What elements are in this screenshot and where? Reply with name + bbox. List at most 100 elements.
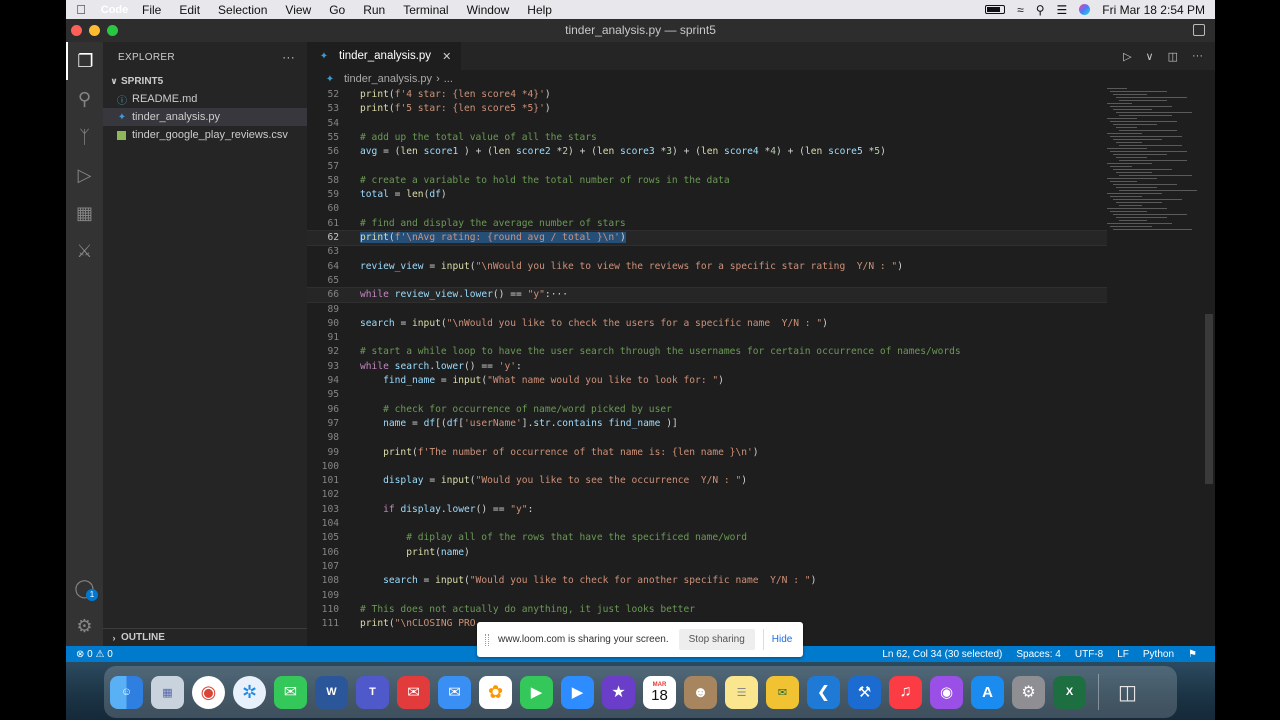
code-line[interactable]: 66 while review_view.lower() == "y":··· bbox=[307, 287, 1107, 304]
spreadsheet-icon[interactable]: ✉ bbox=[766, 675, 799, 709]
code-line[interactable]: 55 # add up the total value of all the st… bbox=[307, 131, 1107, 145]
finder-icon[interactable]: ☺ bbox=[110, 675, 143, 709]
menu-run[interactable]: Run bbox=[354, 3, 394, 17]
system-preferences-icon[interactable]: ⚙ bbox=[1012, 675, 1045, 709]
drag-handle[interactable] bbox=[485, 633, 489, 646]
launchpad-icon[interactable]: ▦ bbox=[151, 675, 184, 709]
more-actions-icon[interactable]: ··· bbox=[282, 50, 295, 64]
spotlight-search-icon[interactable]: ⚲ bbox=[1036, 3, 1045, 17]
close-window-button[interactable] bbox=[71, 25, 82, 36]
code-line[interactable]: 92 # start a while loop to have the user … bbox=[307, 345, 1107, 359]
zoom-icon[interactable]: ▶ bbox=[561, 675, 594, 709]
code-line[interactable]: 52 print(f'4 star: {len score4 *4}') bbox=[307, 88, 1107, 102]
end-of-line[interactable]: LF bbox=[1117, 649, 1129, 660]
run-file-icon[interactable]: ▷ bbox=[1123, 50, 1131, 63]
close-tab-icon[interactable]: ✕ bbox=[442, 50, 451, 63]
menu-selection[interactable]: Selection bbox=[209, 3, 276, 17]
hide-banner-button[interactable]: Hide bbox=[762, 629, 801, 650]
split-editor-icon[interactable]: ◫ bbox=[1168, 50, 1178, 63]
airmail-icon[interactable]: ✉ bbox=[397, 675, 430, 709]
menu-clock[interactable]: Fri Mar 18 2:54 PM bbox=[1102, 3, 1205, 17]
facetime-icon[interactable]: ▶ bbox=[520, 675, 553, 709]
code-line[interactable]: 90 search = input("\nWould you like to ch… bbox=[307, 317, 1107, 331]
code-line[interactable]: 104 bbox=[307, 517, 1107, 531]
code-line[interactable]: 102 bbox=[307, 488, 1107, 502]
settings-gear-icon[interactable]: ⚙ bbox=[66, 607, 103, 645]
vscode-icon[interactable]: ❮ bbox=[807, 675, 840, 709]
contacts-icon[interactable]: ☻ bbox=[684, 675, 717, 709]
xcode-icon[interactable]: ⚒ bbox=[848, 675, 881, 709]
code-line[interactable]: 95 bbox=[307, 388, 1107, 402]
run-debug-icon[interactable]: ▷ bbox=[66, 156, 103, 194]
music-icon[interactable]: ♫ bbox=[889, 675, 922, 709]
excel-icon[interactable]: X bbox=[1053, 675, 1086, 709]
menu-view[interactable]: View bbox=[276, 3, 320, 17]
source-control-icon[interactable]: ᛉ bbox=[66, 118, 103, 156]
code-line[interactable]: 106 print(name) bbox=[307, 546, 1107, 560]
code-line[interactable]: 98 bbox=[307, 431, 1107, 445]
menu-go[interactable]: Go bbox=[320, 3, 354, 17]
file-item-readme[interactable]: ⓘ README.md bbox=[103, 90, 307, 108]
code-line[interactable]: 109 bbox=[307, 589, 1107, 603]
minimap[interactable] bbox=[1107, 88, 1207, 288]
code-line[interactable]: 97 name = df[(df['userName'].str.contain… bbox=[307, 417, 1107, 431]
extensions-icon[interactable]: ▦ bbox=[66, 194, 103, 232]
encoding[interactable]: UTF-8 bbox=[1075, 649, 1103, 660]
file-item-tinder-analysis[interactable]: ✦ tinder_analysis.py bbox=[103, 108, 307, 126]
minimize-window-button[interactable] bbox=[89, 25, 100, 36]
testing-icon[interactable]: ⚔ bbox=[66, 232, 103, 270]
chrome-icon[interactable]: ◉ bbox=[192, 675, 225, 709]
code-line[interactable]: 61 # find and display the average number … bbox=[307, 217, 1107, 231]
breadcrumb-file[interactable]: tinder_analysis.py bbox=[344, 73, 432, 85]
code-line[interactable]: 100 bbox=[307, 460, 1107, 474]
indentation[interactable]: Spaces: 4 bbox=[1016, 649, 1060, 660]
problems-indicator[interactable]: ⊗ 0 ⚠ 0 bbox=[76, 649, 113, 660]
photos-icon[interactable]: ✿ bbox=[479, 675, 512, 709]
code-line[interactable]: 96 # check for occurrence of name/word p… bbox=[307, 403, 1107, 417]
code-line[interactable]: 59 total = len(df) bbox=[307, 188, 1107, 202]
code-line[interactable]: 107 bbox=[307, 560, 1107, 574]
code-line[interactable]: 62 print(f'\nAvg rating: {round avg / tot… bbox=[307, 230, 1107, 246]
code-line[interactable]: 57 bbox=[307, 160, 1107, 174]
calendar-icon[interactable]: MAR 18 bbox=[643, 675, 676, 709]
code-line[interactable]: 103 if display.lower() == "y": bbox=[307, 503, 1107, 517]
code-line[interactable]: 89 bbox=[307, 303, 1107, 317]
code-line[interactable]: 63 bbox=[307, 245, 1107, 259]
menu-help[interactable]: Help bbox=[518, 3, 561, 17]
code-line[interactable]: 64 review_view = input("\nWould you like … bbox=[307, 260, 1107, 274]
code-line[interactable]: 101 display = input("Would you like to s… bbox=[307, 474, 1107, 488]
code-line[interactable]: 56 avg = (len score1 ) + (len score2 *2) … bbox=[307, 145, 1107, 159]
control-center-icon[interactable]: ☰ bbox=[1057, 3, 1068, 17]
messages-icon[interactable]: ✉ bbox=[274, 675, 307, 709]
code-line[interactable]: 110 # This does not actually do anything,… bbox=[307, 603, 1107, 617]
app-store-icon[interactable]: A bbox=[971, 675, 1004, 709]
stop-sharing-button[interactable]: Stop sharing bbox=[678, 629, 755, 650]
more-actions-icon[interactable]: ··· bbox=[1192, 50, 1203, 62]
apple-icon[interactable]:  bbox=[66, 2, 96, 17]
code-line[interactable]: 54 bbox=[307, 117, 1107, 131]
cursor-position[interactable]: Ln 62, Col 34 (30 selected) bbox=[882, 649, 1002, 660]
chevron-down-icon[interactable]: ∨ bbox=[1146, 50, 1154, 63]
folder-section[interactable]: ∨ SPRINT5 bbox=[103, 72, 307, 90]
language-mode[interactable]: Python bbox=[1143, 649, 1174, 660]
code-line[interactable]: 91 bbox=[307, 331, 1107, 345]
teams-icon[interactable]: T bbox=[356, 675, 389, 709]
breadcrumb-rest[interactable]: ... bbox=[444, 73, 453, 85]
notes-icon[interactable]: ☰ bbox=[725, 675, 758, 709]
imovie-icon[interactable]: ★ bbox=[602, 675, 635, 709]
menu-file[interactable]: File bbox=[133, 3, 170, 17]
menu-window[interactable]: Window bbox=[458, 3, 519, 17]
code-line[interactable]: 58 # create a variable to hold the total … bbox=[307, 174, 1107, 188]
notifications-bell-icon[interactable]: ⚑ bbox=[1188, 649, 1197, 660]
code-line[interactable]: 60 bbox=[307, 202, 1107, 216]
code-line[interactable]: 108 search = input("Would you like to ch… bbox=[307, 574, 1107, 588]
explorer-icon[interactable]: ❐ bbox=[66, 42, 103, 80]
code-line[interactable]: 99 print(f'The number of occurrence of t… bbox=[307, 446, 1107, 460]
menu-edit[interactable]: Edit bbox=[170, 3, 209, 17]
code-line[interactable]: 93 while search.lower() == 'y': bbox=[307, 360, 1107, 374]
vertical-scrollbar[interactable] bbox=[1205, 314, 1213, 484]
code-line[interactable]: 53 print(f'5 star: {len score5 *5}') bbox=[307, 102, 1107, 116]
trash-icon[interactable]: ◫ bbox=[1111, 676, 1144, 709]
menu-terminal[interactable]: Terminal bbox=[394, 3, 457, 17]
mail-icon[interactable]: ✉ bbox=[438, 675, 471, 709]
